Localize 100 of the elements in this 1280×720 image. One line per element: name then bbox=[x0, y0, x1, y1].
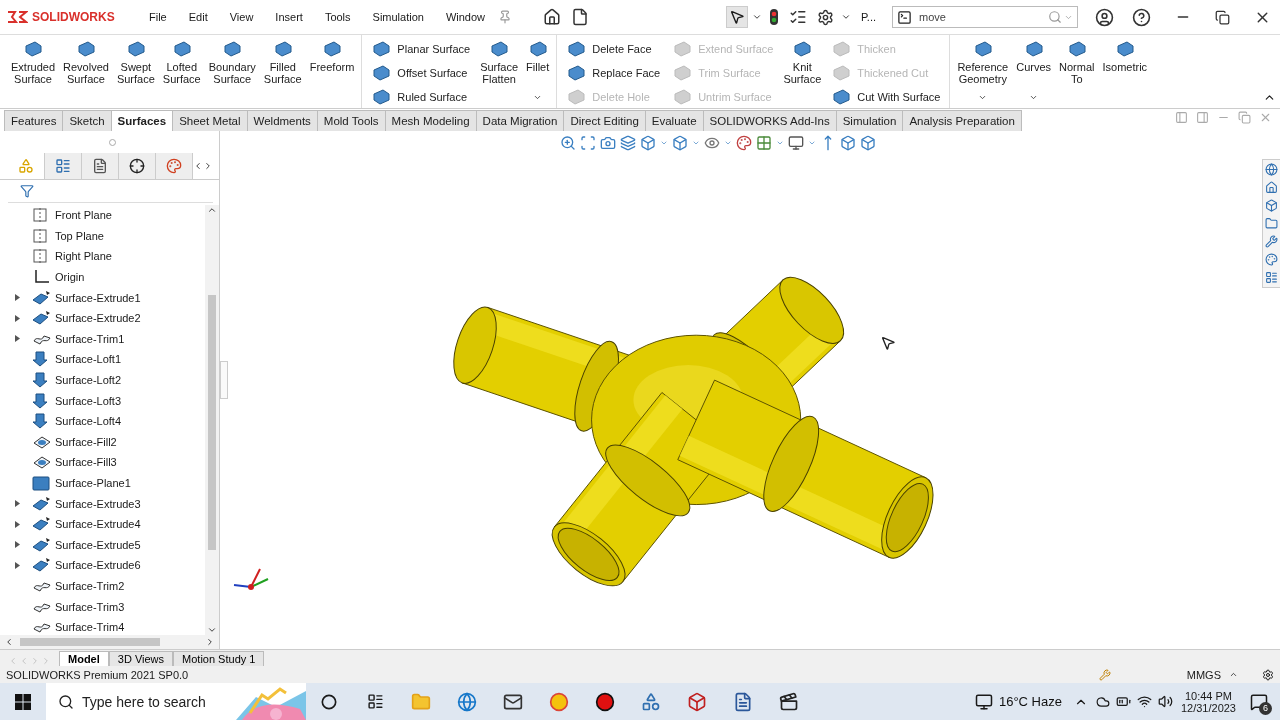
scrollbar-thumb[interactable] bbox=[20, 638, 160, 646]
toolbox-icon[interactable] bbox=[1265, 235, 1278, 248]
traffic-light-icon[interactable] bbox=[768, 8, 779, 26]
ribbon-button[interactable]: Filled Surface bbox=[260, 38, 305, 104]
clock-date[interactable]: 12/31/2023 bbox=[1180, 701, 1236, 714]
command-tab[interactable]: Evaluate bbox=[644, 110, 704, 131]
expand-arrow-icon[interactable] bbox=[14, 541, 20, 549]
tree-item[interactable]: Surface-Extrude4 bbox=[55, 518, 141, 531]
view-settings-icon[interactable] bbox=[788, 135, 804, 151]
windows-start-icon[interactable] bbox=[15, 693, 31, 710]
restore-icon[interactable] bbox=[1215, 9, 1230, 25]
ribbon-button[interactable]: Cut With Surface bbox=[828, 86, 944, 108]
configuration-manager-icon[interactable] bbox=[92, 158, 108, 174]
ribbon-button[interactable]: Curves bbox=[1013, 38, 1055, 104]
tree-item[interactable]: Surface-Extrude6 bbox=[55, 559, 141, 572]
app-icon[interactable] bbox=[641, 691, 661, 712]
cloud-icon[interactable] bbox=[1095, 694, 1110, 709]
caret-icon[interactable] bbox=[660, 139, 668, 147]
filter-icon[interactable] bbox=[20, 184, 34, 198]
tree-item[interactable]: Right Plane bbox=[55, 250, 112, 263]
scroll-down-icon[interactable] bbox=[207, 625, 217, 635]
command-tab[interactable]: Data Migration bbox=[475, 110, 565, 131]
weather-text[interactable]: 16°C Haze bbox=[998, 694, 1062, 709]
property-manager-icon[interactable] bbox=[55, 158, 71, 174]
ribbon-button[interactable]: Extruded Surface bbox=[8, 38, 59, 104]
model-tab[interactable]: 3D Views bbox=[108, 651, 174, 666]
ribbon-button[interactable]: Offset Surface bbox=[368, 62, 474, 84]
expand-arrow-icon[interactable] bbox=[14, 314, 20, 322]
caret-icon[interactable] bbox=[692, 139, 700, 147]
tree-item[interactable]: Surface-Extrude3 bbox=[55, 497, 141, 510]
settings-icon[interactable] bbox=[1262, 668, 1274, 681]
caret-icon[interactable] bbox=[1029, 93, 1039, 102]
isometric-icon[interactable] bbox=[840, 135, 856, 151]
ribbon-button[interactable]: Swept Surface bbox=[113, 38, 158, 104]
ribbon-button[interactable]: Ruled Surface bbox=[368, 86, 474, 108]
scrollbar-thumb[interactable] bbox=[208, 295, 216, 550]
ribbon-button[interactable]: Knit Surface bbox=[780, 38, 825, 104]
caret-icon[interactable] bbox=[533, 93, 543, 102]
command-tab[interactable]: Simulation bbox=[835, 110, 904, 131]
settings-icon[interactable] bbox=[816, 8, 834, 26]
search-icon[interactable] bbox=[58, 693, 74, 710]
tree-item[interactable]: Origin bbox=[55, 271, 85, 284]
clock-time[interactable]: 10:44 PM bbox=[1184, 689, 1232, 702]
custom-properties-icon[interactable] bbox=[1265, 271, 1278, 284]
caret-icon[interactable] bbox=[808, 139, 816, 147]
caret-icon[interactable] bbox=[724, 139, 732, 147]
pin-icon[interactable] bbox=[498, 10, 513, 24]
model-tab[interactable]: Motion Study 1 bbox=[173, 651, 265, 666]
tree-item[interactable]: Surface-Trim3 bbox=[55, 600, 125, 613]
cube-icon[interactable] bbox=[860, 135, 876, 151]
ribbon-button[interactable]: Replace Face bbox=[563, 62, 664, 84]
ribbon-button[interactable]: Boundary Surface bbox=[205, 38, 259, 104]
tree-item[interactable]: Surface-Plane1 bbox=[55, 477, 131, 489]
scroll-up-icon[interactable] bbox=[207, 205, 217, 215]
tree-item[interactable]: Surface-Fill2 bbox=[55, 435, 117, 448]
ribbon-button[interactable]: Fillet bbox=[523, 38, 553, 104]
caret-icon[interactable] bbox=[1229, 670, 1238, 679]
ribbon-button[interactable]: Surface Flatten bbox=[477, 38, 522, 104]
expand-arrow-icon[interactable] bbox=[14, 500, 20, 508]
home-icon[interactable] bbox=[543, 8, 562, 26]
user-account-icon[interactable] bbox=[1095, 7, 1114, 27]
expand-arrow-icon[interactable] bbox=[14, 294, 20, 302]
menu-item[interactable]: Insert bbox=[266, 11, 312, 23]
section-view-icon[interactable] bbox=[620, 135, 636, 151]
menu-item[interactable]: Window bbox=[436, 11, 495, 23]
display-manager-icon[interactable] bbox=[166, 158, 182, 174]
network-icon[interactable] bbox=[1136, 694, 1152, 709]
ribbon-button[interactable]: Delete Face bbox=[563, 38, 664, 60]
battery-icon[interactable] bbox=[1115, 694, 1131, 709]
tree-item[interactable]: Surface-Extrude2 bbox=[55, 312, 141, 325]
expand-arrow-icon[interactable] bbox=[14, 561, 20, 569]
hide-show-icon[interactable] bbox=[704, 135, 720, 151]
view-orientation-icon[interactable] bbox=[640, 135, 656, 151]
ribbon-button[interactable]: Reference Geometry bbox=[954, 38, 1012, 104]
menu-item[interactable]: Tools bbox=[315, 11, 360, 23]
taskbar-search-field[interactable]: Type here to search bbox=[46, 683, 236, 720]
volume-icon[interactable] bbox=[1157, 694, 1173, 709]
scroll-left-icon[interactable] bbox=[4, 637, 14, 647]
model-tab[interactable]: Model bbox=[59, 651, 109, 666]
tree-item[interactable]: Surface-Trim4 bbox=[55, 621, 125, 634]
resources-icon[interactable] bbox=[1265, 163, 1278, 176]
appearances-icon[interactable] bbox=[1265, 253, 1278, 266]
ribbon-button[interactable]: Normal To bbox=[1056, 38, 1098, 104]
edit-appearance-icon[interactable] bbox=[736, 135, 752, 151]
scroll-right-icon[interactable] bbox=[203, 161, 213, 171]
help-icon[interactable] bbox=[1132, 7, 1151, 27]
tree-item[interactable]: Surface-Fill3 bbox=[55, 456, 117, 469]
tree-item[interactable]: Surface-Extrude1 bbox=[55, 291, 141, 304]
menu-item[interactable]: Simulation bbox=[363, 11, 433, 23]
previous-view-icon[interactable] bbox=[600, 135, 616, 151]
panel-collapse-handle[interactable] bbox=[220, 361, 228, 399]
zoom-to-fit-icon[interactable] bbox=[560, 135, 576, 151]
command-tab[interactable]: Mold Tools bbox=[316, 110, 386, 131]
scroll-right-icon[interactable] bbox=[205, 637, 215, 647]
command-tab[interactable]: Direct Editing bbox=[563, 110, 646, 131]
menu-item[interactable]: View bbox=[220, 11, 263, 23]
tree-item[interactable]: Surface-Extrude5 bbox=[55, 538, 141, 551]
rebuild-icon[interactable] bbox=[1098, 668, 1111, 681]
menu-item[interactable]: Edit bbox=[179, 11, 217, 23]
ribbon-button[interactable]: Lofted Surface bbox=[159, 38, 204, 104]
